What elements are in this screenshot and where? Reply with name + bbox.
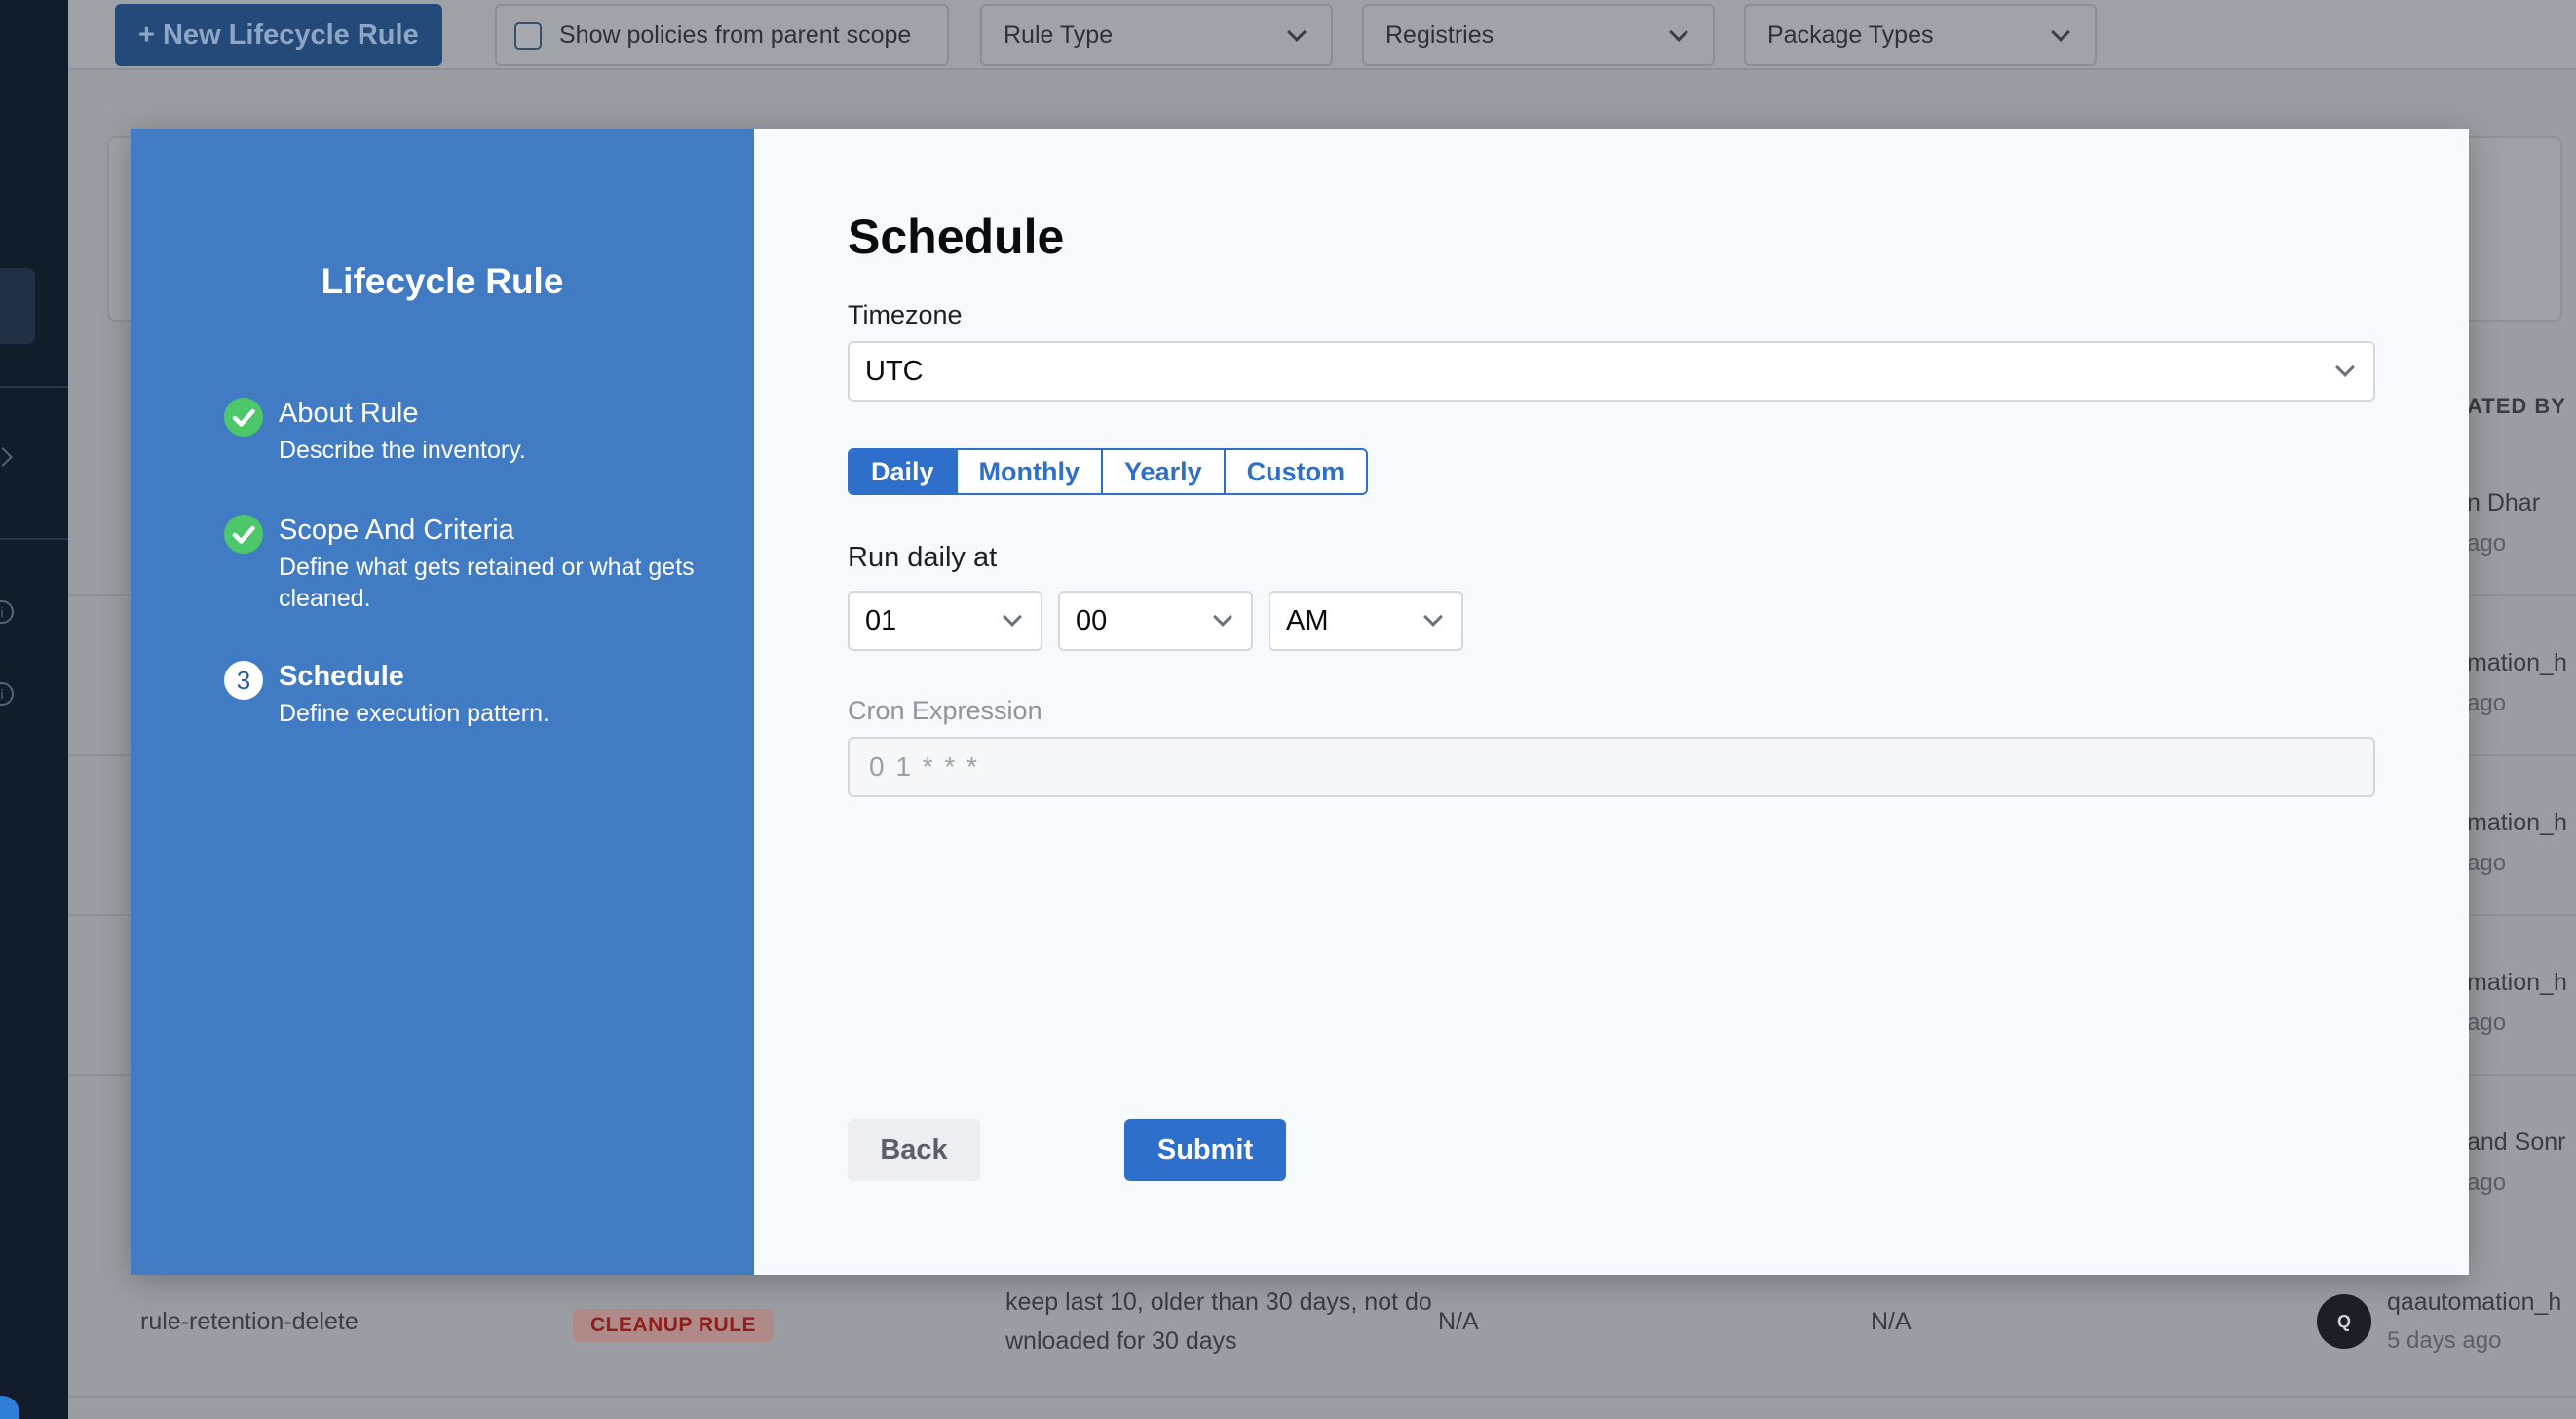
tab-daily[interactable]: Daily xyxy=(850,450,956,493)
timezone-label: Timezone xyxy=(848,300,963,329)
step-description: Define what gets retained or what gets c… xyxy=(279,554,695,612)
package-types-dropdown[interactable]: Package Types xyxy=(1744,4,2097,66)
nav-chevron-icon[interactable] xyxy=(0,447,13,467)
row-time: ago xyxy=(2467,850,2507,876)
rule-description-line1: keep last 10, older than 30 days, not do xyxy=(1005,1288,1432,1316)
back-button[interactable]: Back xyxy=(848,1119,980,1181)
nav-info-icon[interactable]: i xyxy=(0,682,14,706)
row-user: mation_h xyxy=(2467,649,2567,676)
avatar: Q xyxy=(2317,1294,2371,1349)
chevron-down-icon xyxy=(2051,22,2070,42)
nav-selected-item[interactable] xyxy=(0,268,35,344)
nav-divider xyxy=(0,538,68,540)
step-description: Define execution pattern. xyxy=(279,700,549,727)
chevron-down-icon xyxy=(1423,607,1443,627)
timezone-value: UTC xyxy=(865,356,924,387)
hour-value: 01 xyxy=(865,605,897,636)
row-time: ago xyxy=(2467,1170,2507,1196)
row-user: and Sonr xyxy=(2467,1129,2566,1156)
step-description: Describe the inventory. xyxy=(279,437,526,464)
minute-select[interactable]: 00 xyxy=(1058,591,1253,651)
step-title: About Rule xyxy=(279,398,419,429)
created-by-header: ATED BY xyxy=(2467,394,2566,418)
hour-select[interactable]: 01 xyxy=(848,591,1042,651)
lifecycle-rule-modal: Lifecycle Rule About Rule Describe the i… xyxy=(131,129,2469,1275)
submit-button[interactable]: Submit xyxy=(1124,1119,1286,1181)
registries-dropdown[interactable]: Registries xyxy=(1362,4,1715,66)
chevron-down-icon xyxy=(1213,607,1232,627)
run-daily-label: Run daily at xyxy=(848,542,998,573)
chevron-down-icon xyxy=(2335,358,2355,377)
wizard-title: Lifecycle Rule xyxy=(321,261,564,301)
step-number-icon: 3 xyxy=(224,661,263,700)
wizard-steps-panel: Lifecycle Rule About Rule Describe the i… xyxy=(131,129,754,1275)
step-title: Schedule xyxy=(279,661,404,692)
row-divider xyxy=(68,1396,2576,1398)
check-circle-icon xyxy=(224,398,263,437)
registries-label: Registries xyxy=(1385,21,1495,49)
rule-column-b: N/A xyxy=(1871,1308,1912,1335)
row-user: qaautomation_h xyxy=(2387,1288,2562,1316)
chevron-down-icon xyxy=(1003,607,1022,627)
nav-info-icon[interactable]: i xyxy=(0,600,14,624)
rule-description-line2: wnloaded for 30 days xyxy=(1005,1327,1237,1355)
row-time: ago xyxy=(2467,530,2507,556)
tab-monthly[interactable]: Monthly xyxy=(955,450,1102,493)
new-lifecycle-rule-button[interactable]: + New Lifecycle Rule xyxy=(115,4,442,66)
tab-yearly[interactable]: Yearly xyxy=(1101,450,1224,493)
rule-type-label: Rule Type xyxy=(1004,21,1114,49)
row-user: mation_h xyxy=(2467,809,2567,836)
rule-type-dropdown[interactable]: Rule Type xyxy=(980,4,1333,66)
minute-value: 00 xyxy=(1076,605,1108,636)
nav-divider xyxy=(0,386,68,388)
meridiem-select[interactable]: AM xyxy=(1269,591,1463,651)
cleanup-rule-badge: CLEANUP RULE xyxy=(573,1309,774,1342)
rule-name[interactable]: rule-retention-delete xyxy=(140,1308,359,1336)
chevron-down-icon xyxy=(1287,22,1307,42)
page-title: Schedule xyxy=(848,210,1065,264)
row-time: 5 days ago xyxy=(2387,1327,2502,1354)
row-user: mation_h xyxy=(2467,969,2567,996)
checkbox-icon[interactable] xyxy=(514,22,542,50)
parent-scope-checkbox[interactable]: Show policies from parent scope xyxy=(495,4,949,66)
cron-expression-input[interactable]: 0 1 * * * xyxy=(848,737,2375,797)
row-time: ago xyxy=(2467,690,2507,716)
rule-column-a: N/A xyxy=(1438,1308,1479,1335)
schedule-form: Schedule Timezone UTC Daily Monthly Year… xyxy=(754,129,2469,1275)
tab-custom[interactable]: Custom xyxy=(1223,450,1367,493)
chevron-down-icon xyxy=(1669,22,1688,42)
meridiem-value: AM xyxy=(1286,605,1329,636)
frequency-tabs: Daily Monthly Yearly Custom xyxy=(848,448,1369,495)
row-time: ago xyxy=(2467,1010,2507,1036)
step-title: Scope And Criteria xyxy=(279,515,514,546)
row-user: n Dhar xyxy=(2467,489,2541,517)
side-navigation: i i xyxy=(0,0,68,1419)
parent-scope-label: Show policies from parent scope xyxy=(559,21,912,49)
toolbar: + New Lifecycle Rule Show policies from … xyxy=(68,0,2576,70)
timezone-select[interactable]: UTC xyxy=(848,341,2375,402)
check-circle-icon xyxy=(224,515,263,554)
package-types-label: Package Types xyxy=(1767,21,1934,49)
cron-expression-label: Cron Expression xyxy=(848,696,1042,725)
nav-user-avatar[interactable] xyxy=(0,1396,19,1419)
